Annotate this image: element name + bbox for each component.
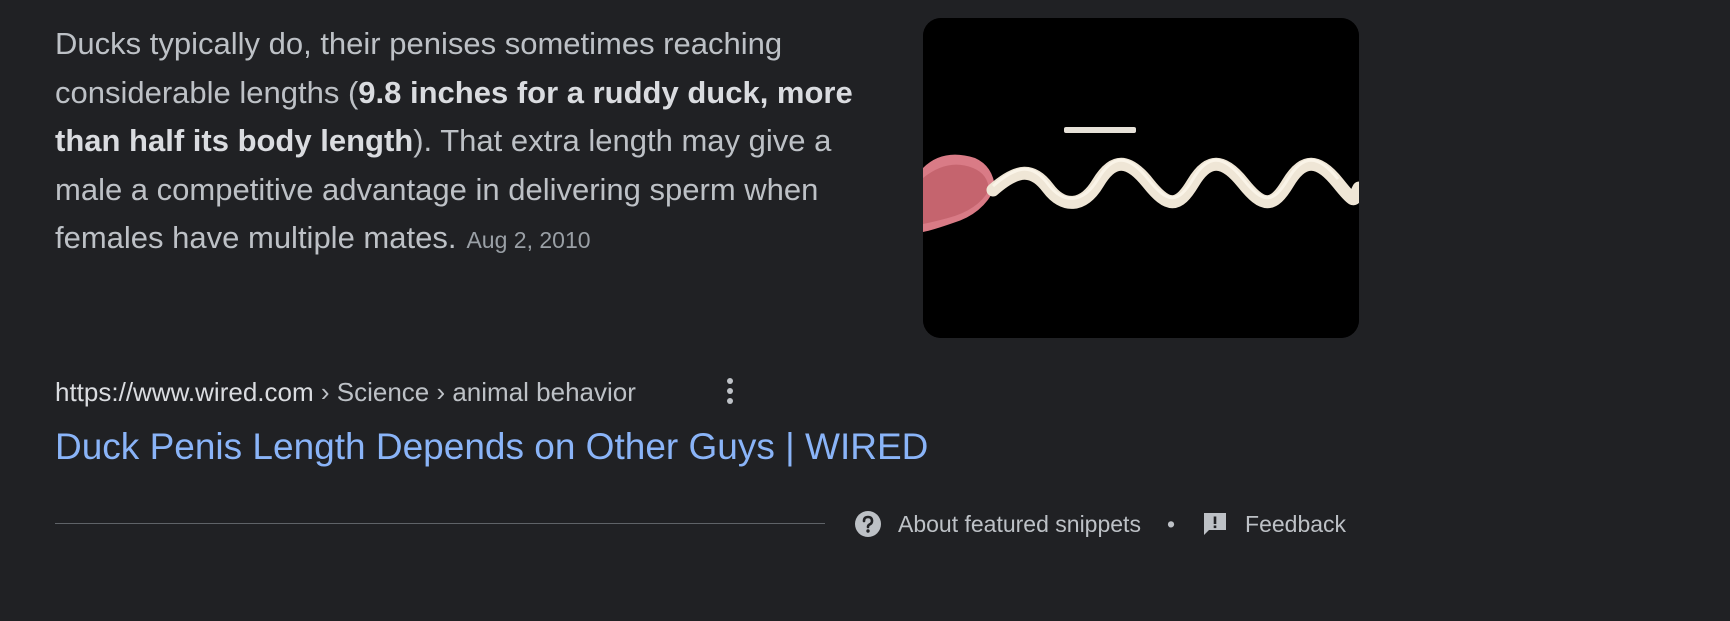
about-featured-snippets-link[interactable]: About featured snippets (854, 510, 1141, 538)
feedback-label: Feedback (1245, 510, 1347, 537)
footer-separator: • (1166, 510, 1176, 537)
result-url[interactable]: https://www.wired.com (55, 377, 314, 407)
snippet-date: Aug 2, 2010 (466, 227, 591, 253)
thumbnail-illustration (923, 18, 1359, 338)
feedback-link[interactable]: Feedback (1201, 510, 1346, 538)
featured-snippet-text: Ducks typically do, their penises someti… (55, 20, 885, 265)
more-vert-icon[interactable] (718, 375, 742, 409)
snippet-thumbnail-image[interactable] (923, 18, 1359, 338)
feedback-icon (1201, 510, 1229, 538)
scale-bar (1064, 127, 1136, 133)
divider (55, 523, 825, 524)
result-title-link[interactable]: Duck Penis Length Depends on Other Guys … (55, 422, 928, 472)
result-source[interactable]: https://www.wired.com › Science › animal… (55, 374, 636, 410)
help-circle-icon (854, 510, 882, 538)
about-featured-snippets-label: About featured snippets (898, 510, 1141, 537)
result-breadcrumb: › Science › animal behavior (313, 377, 636, 407)
snippet-footer: About featured snippets • Feedback (854, 507, 1346, 541)
